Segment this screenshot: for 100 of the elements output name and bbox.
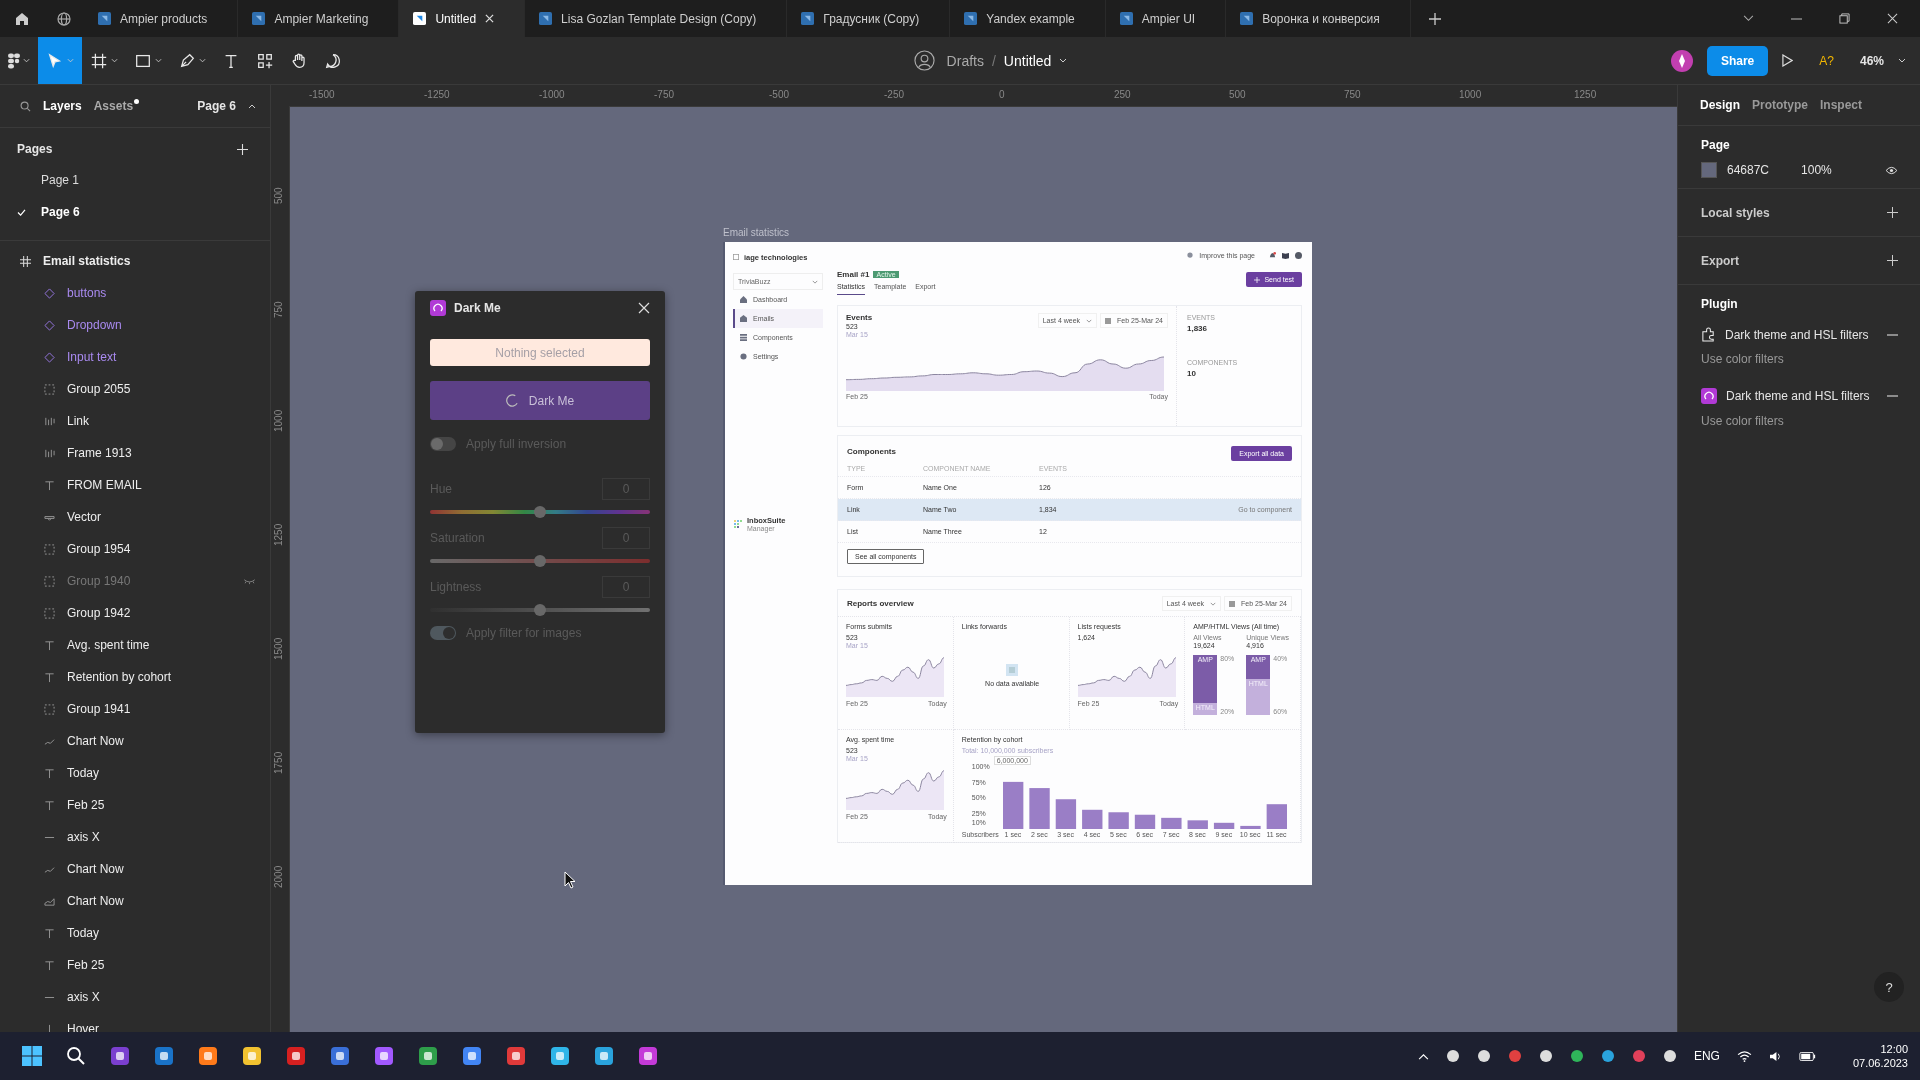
chevron-down-icon[interactable]: [1743, 15, 1754, 22]
ruler-label: -500: [769, 89, 789, 100]
app-icon[interactable]: [286, 1046, 306, 1066]
add-icon[interactable]: [1428, 12, 1441, 25]
battery-icon[interactable]: [1798, 1051, 1816, 1061]
color-value[interactable]: 64687C: [1727, 163, 1770, 177]
tray-icon[interactable]: [1538, 1049, 1553, 1063]
page-menu[interactable]: Page 6: [197, 99, 236, 113]
remove-icon[interactable]: [1887, 333, 1898, 336]
panel-tab[interactable]: Assets: [93, 99, 134, 113]
add-icon[interactable]: [1887, 207, 1898, 218]
layer-item[interactable]: Link: [0, 405, 270, 437]
app-icon[interactable]: [418, 1046, 438, 1066]
tray-icon[interactable]: [1445, 1049, 1460, 1063]
opacity-value[interactable]: 100%: [1801, 163, 1832, 177]
app-icon[interactable]: [594, 1046, 614, 1066]
plugin-name[interactable]: Dark theme and HSL filters: [1726, 389, 1878, 403]
language-indicator[interactable]: ENG: [1693, 1049, 1720, 1063]
app-icon[interactable]: [638, 1046, 658, 1066]
tray-icon[interactable]: [1600, 1049, 1615, 1063]
layer-item[interactable]: Chart Now: [0, 853, 270, 885]
tray-icon[interactable]: [1569, 1049, 1584, 1063]
layer-item[interactable]: Input text: [0, 341, 270, 373]
clock-time[interactable]: 12:00: [1880, 1043, 1908, 1055]
app-icon[interactable]: [374, 1046, 394, 1066]
ruler-label: 1000: [1459, 89, 1482, 100]
panel-tab[interactable]: Inspect: [1820, 98, 1863, 112]
folder-link[interactable]: Drafts: [946, 52, 984, 69]
layer-item[interactable]: Today: [0, 757, 270, 789]
close-icon[interactable]: [485, 14, 495, 23]
layer-item[interactable]: Group 1942: [0, 597, 270, 629]
app-icon[interactable]: [550, 1046, 570, 1066]
app-icon[interactable]: [154, 1046, 174, 1066]
caret-icon[interactable]: [1059, 58, 1068, 63]
panel-tab[interactable]: Prototype: [1752, 98, 1809, 112]
layer-item[interactable]: axis X: [0, 981, 270, 1013]
layer-item[interactable]: Email statistics: [0, 245, 270, 277]
plugin-name[interactable]: Dark theme and HSL filters: [1725, 327, 1878, 342]
layer-item[interactable]: Today: [0, 917, 270, 949]
zoom-menu[interactable]: 46%: [1859, 53, 1884, 68]
chevron-up-icon[interactable]: [1417, 1052, 1429, 1060]
panel-tab[interactable]: Layers: [43, 99, 82, 113]
user-avatar[interactable]: [1670, 49, 1693, 72]
file-icon: [539, 12, 553, 25]
caret-icon[interactable]: [248, 103, 256, 109]
avatar-icon[interactable]: [1295, 251, 1302, 259]
windows-logo-icon[interactable]: [22, 1046, 42, 1066]
layer-item[interactable]: axis X: [0, 821, 270, 853]
missing-fonts-button[interactable]: A?: [1819, 53, 1834, 68]
closed-eye-icon[interactable]: [243, 577, 256, 585]
layer-item[interactable]: buttons: [0, 277, 270, 309]
layer-item[interactable]: Frame 1913: [0, 437, 270, 469]
app-icon[interactable]: [330, 1046, 350, 1066]
browser-tab[interactable]: Untitled: [399, 0, 526, 37]
add-icon[interactable]: [1887, 255, 1898, 266]
add-icon[interactable]: [237, 143, 248, 155]
team-avatar-icon[interactable]: [913, 50, 935, 71]
panel-tab[interactable]: Design: [1700, 98, 1740, 112]
file-icon: [801, 12, 815, 25]
layer-item[interactable]: Group 2055: [0, 373, 270, 405]
book-icon[interactable]: [1282, 251, 1289, 259]
layer-item[interactable]: Feb 25: [0, 789, 270, 821]
color-swatch[interactable]: [1701, 162, 1717, 178]
volume-icon[interactable]: [1768, 1050, 1782, 1062]
layer-item[interactable]: Feb 25: [0, 949, 270, 981]
close-icon[interactable]: [1887, 13, 1898, 24]
layer-item[interactable]: Dropdown: [0, 309, 270, 341]
layer-item[interactable]: Avg. spent time: [0, 629, 270, 661]
layer-item[interactable]: Chart Now: [0, 725, 270, 757]
layer-item[interactable]: Vector: [0, 501, 270, 533]
play-icon[interactable]: [1782, 54, 1794, 67]
share-button[interactable]: Share: [1706, 45, 1769, 76]
eye-icon[interactable]: [1885, 165, 1898, 175]
restore-icon[interactable]: [1839, 13, 1850, 24]
bell-icon[interactable]: [1269, 251, 1276, 259]
page-item[interactable]: Page 6: [0, 196, 270, 228]
help-button[interactable]: ?: [1874, 972, 1904, 1002]
layer-item[interactable]: Chart Now: [0, 885, 270, 917]
layer-item[interactable]: Group 1941: [0, 693, 270, 725]
app-icon[interactable]: [506, 1046, 526, 1066]
ruler-label: 1000: [273, 409, 284, 432]
app-icon[interactable]: [242, 1046, 262, 1066]
app-icon[interactable]: [462, 1046, 482, 1066]
tray-icon[interactable]: [1476, 1049, 1491, 1063]
caret-icon[interactable]: [1898, 58, 1906, 63]
file-name[interactable]: Untitled: [1003, 52, 1052, 69]
page-item[interactable]: Page 1: [0, 164, 270, 196]
close-icon[interactable]: [638, 302, 650, 314]
search-icon[interactable]: [66, 1046, 86, 1066]
layer-item[interactable]: FROM EMAIL: [0, 469, 270, 501]
wifi-icon[interactable]: [1736, 1050, 1752, 1062]
globe-icon[interactable]: [56, 10, 72, 27]
home-icon[interactable]: [14, 10, 30, 27]
app-icon[interactable]: [110, 1046, 130, 1066]
layer-item[interactable]: Retention by cohort: [0, 661, 270, 693]
minimize-icon[interactable]: [1791, 17, 1802, 20]
tray-icon[interactable]: [1662, 1049, 1677, 1063]
clock-date[interactable]: 07.06.2023: [1852, 1057, 1908, 1069]
layer-item[interactable]: Group 1954: [0, 533, 270, 565]
app-icon[interactable]: [198, 1046, 218, 1066]
